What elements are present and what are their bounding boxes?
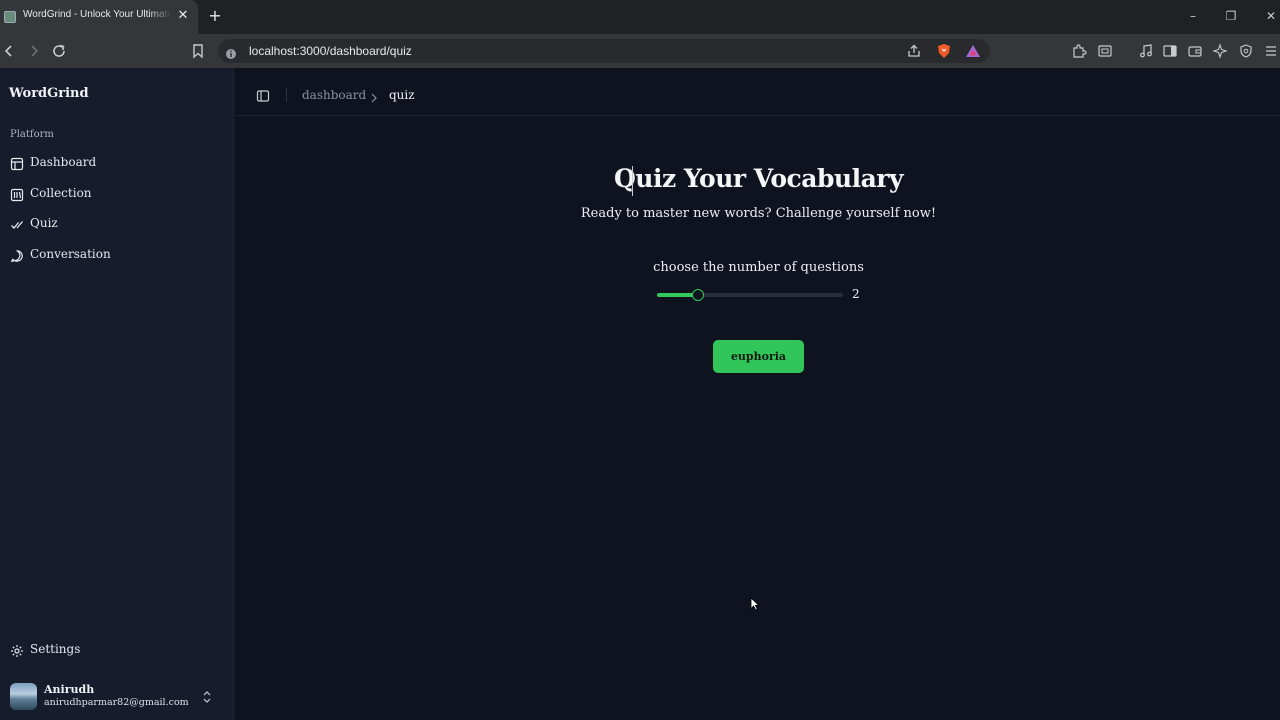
media-icon[interactable] — [1138, 43, 1154, 59]
leo-ai-icon[interactable] — [1212, 43, 1228, 59]
maximize-button[interactable]: ❐ — [1223, 8, 1239, 24]
question-count-slider[interactable] — [657, 289, 843, 301]
browser-tab-strip: WordGrind - Unlock Your Ultimate ✕ + – ❐… — [0, 0, 1280, 34]
sidebar-item-quiz[interactable]: Quiz — [6, 211, 228, 237]
chevrons-up-down-icon[interactable] — [201, 689, 213, 703]
main-content: dashboard quiz Quiz Your Vocabulary Read… — [235, 68, 1280, 720]
page-title: Quiz Your Vocabulary — [614, 164, 904, 193]
share-icon[interactable] — [906, 43, 922, 59]
breadcrumb-dashboard[interactable]: dashboard — [302, 88, 366, 102]
avatar — [10, 683, 37, 710]
address-bar[interactable]: localhost:3000/dashboard/quiz — [218, 39, 990, 63]
message-icon — [10, 248, 24, 262]
slider-thumb[interactable] — [691, 289, 704, 301]
back-icon[interactable] — [0, 42, 18, 60]
start-quiz-button[interactable]: euphoria — [713, 340, 804, 373]
vpn-shield-icon[interactable] — [1238, 43, 1254, 59]
extensions-icon[interactable] — [1071, 43, 1087, 59]
sidebar-group-label: Platform — [10, 129, 54, 140]
sidebar-toggle-icon[interactable] — [256, 88, 270, 102]
favicon-icon — [4, 11, 16, 23]
url-text[interactable]: localhost:3000/dashboard/quiz — [249, 44, 412, 58]
reload-icon[interactable] — [50, 42, 68, 60]
sidebar-item-label: Conversation — [30, 247, 111, 261]
brand-title[interactable]: WordGrind — [9, 86, 89, 101]
sidebar-item-settings[interactable]: Settings — [6, 637, 228, 663]
sidebar-item-dashboard[interactable]: Dashboard — [6, 150, 228, 176]
minimize-button[interactable]: – — [1185, 8, 1201, 24]
tab-close-button[interactable]: ✕ — [176, 8, 190, 24]
header-divider — [286, 88, 287, 102]
check-icon — [10, 217, 24, 231]
window-close-button[interactable]: ✕ — [1263, 8, 1279, 24]
page-header: dashboard quiz — [235, 68, 1280, 116]
browser-tab[interactable]: WordGrind - Unlock Your Ultimate ✕ — [0, 0, 198, 34]
sidepanel-icon[interactable] — [1162, 43, 1178, 59]
forward-icon[interactable] — [25, 42, 43, 60]
sidebar-item-label: Dashboard — [30, 155, 97, 169]
slider-value: 2 — [852, 287, 860, 301]
layout-icon — [10, 156, 24, 171]
user-name: Anirudh — [44, 683, 95, 696]
wallet-icon[interactable] — [1187, 43, 1203, 59]
sidebar: WordGrind Platform Dashboard Collection … — [0, 68, 234, 720]
brave-rewards-icon[interactable] — [965, 43, 981, 59]
sidebar-item-conversation[interactable]: Conversation — [6, 242, 228, 268]
question-count-label: choose the number of questions — [653, 260, 864, 275]
breadcrumb-quiz: quiz — [389, 88, 415, 102]
tab-search-icon[interactable] — [1097, 43, 1113, 59]
library-icon — [10, 187, 24, 202]
bookmark-icon[interactable] — [189, 42, 207, 60]
user-menu[interactable]: Anirudh anirudhparmar82@gmail.com — [6, 678, 228, 714]
chevron-right-icon — [369, 89, 379, 103]
browser-toolbar: localhost:3000/dashboard/quiz — [0, 34, 1280, 68]
gear-icon — [10, 643, 24, 657]
page-subtitle: Ready to master new words? Challenge you… — [580, 206, 937, 221]
text-caret — [632, 166, 633, 196]
brave-shields-icon[interactable] — [936, 43, 952, 59]
sidebar-item-label: Settings — [30, 642, 81, 656]
sidebar-item-label: Quiz — [30, 216, 58, 230]
menu-icon[interactable] — [1263, 43, 1279, 59]
tab-title: WordGrind - Unlock Your Ultimate — [23, 9, 171, 20]
info-icon[interactable] — [225, 45, 237, 59]
new-tab-button[interactable]: + — [206, 7, 224, 25]
sidebar-item-label: Collection — [30, 186, 92, 200]
sidebar-item-collection[interactable]: Collection — [6, 181, 228, 207]
mouse-cursor-icon — [750, 596, 760, 611]
user-email: anirudhparmar82@gmail.com — [44, 697, 189, 708]
